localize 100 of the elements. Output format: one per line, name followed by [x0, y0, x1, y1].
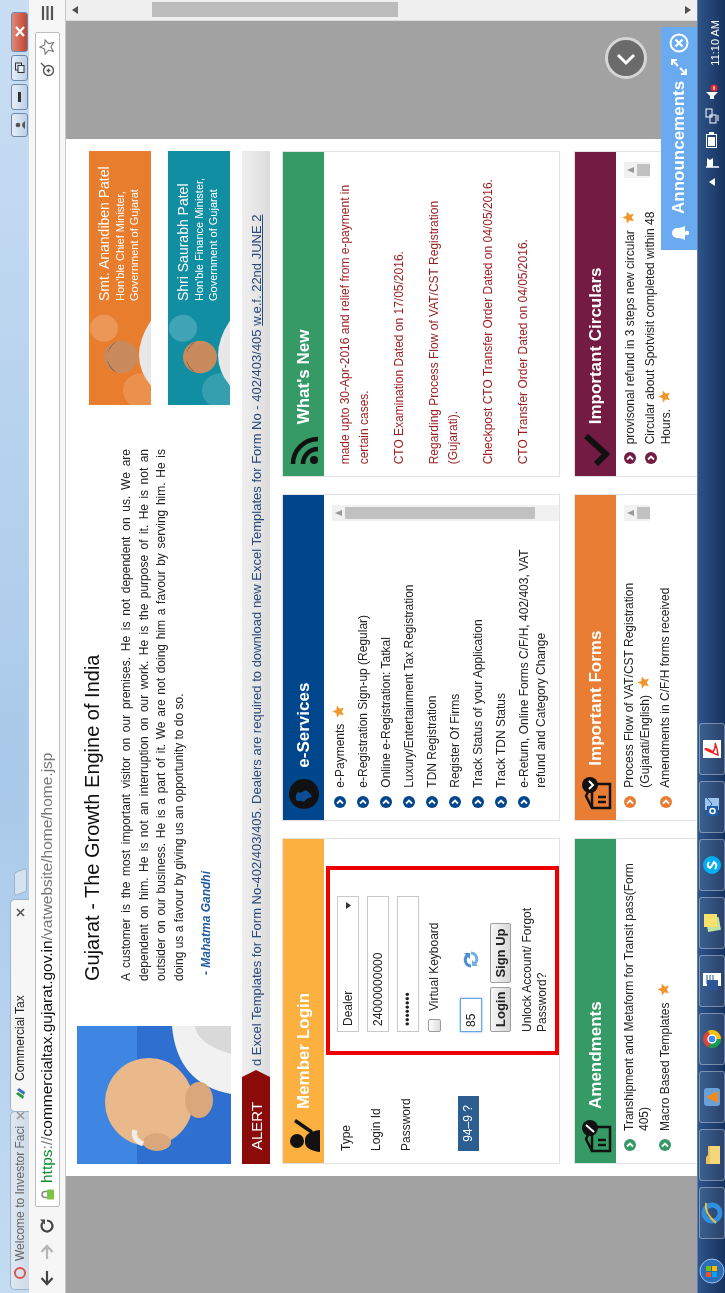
leader-name: Smt. Anandiben Patel [96, 166, 112, 301]
bullet-icon [624, 452, 636, 465]
flag-icon[interactable] [704, 155, 719, 170]
lock-icon [40, 1189, 54, 1200]
bullet-icon [518, 795, 530, 808]
swirl-icon[interactable] [698, 723, 725, 775]
browser-tab[interactable]: Commercial Tax [10, 899, 29, 1112]
bullet-icon [624, 795, 636, 808]
volume-icon[interactable] [704, 83, 719, 100]
ring-icon[interactable] [698, 1187, 725, 1239]
bullet-icon [495, 795, 507, 808]
list-link[interactable]: Track TDN Status [493, 693, 510, 788]
menu-icon[interactable] [40, 6, 54, 20]
color-wheel-icon[interactable] [698, 1013, 725, 1065]
alert-link[interactable]: w.e.f. 22nd JUNE 2 [248, 214, 264, 326]
close-icon [14, 26, 25, 38]
bullet-icon [357, 795, 369, 808]
captcha-field[interactable]: 85 [460, 998, 482, 1032]
folder-icon[interactable] [698, 1129, 725, 1181]
leader-banner[interactable]: Shri Saurabh Patel Hon'ble Finance Minister, Government of Gujarat [168, 151, 230, 405]
list-link[interactable]: Online e-Registration: Tatkal [378, 637, 395, 788]
user-button[interactable] [11, 113, 28, 137]
alert-label: ALERT [242, 1070, 270, 1164]
bullet-icon [645, 452, 657, 465]
news-link[interactable]: Regarding Process Flow of VAT/CST Registration (Gujarati). [425, 164, 463, 465]
field-label: Type [338, 1124, 354, 1151]
list-link[interactable]: Register Of Firms [447, 693, 464, 788]
panel-title: What's New [293, 329, 314, 425]
back-icon[interactable] [39, 1269, 55, 1287]
clock-time[interactable]: 11:10 AM [708, 20, 721, 66]
list-link[interactable]: provisonal refund in 3 steps new circular [622, 211, 638, 445]
list-link[interactable]: e-Payments [332, 704, 349, 788]
news-link[interactable]: Checkpost CTO Transfer Order Dated on 04/05/2016. [479, 164, 498, 465]
back-button[interactable] [605, 37, 647, 79]
tray-arrow-icon[interactable] [708, 177, 715, 186]
help-link[interactable]: Unlock Account/ Forgot Password? [520, 882, 550, 1032]
list-link[interactable]: TDN Registration [424, 695, 441, 788]
scrollbar[interactable] [66, 0, 697, 21]
browser-tab[interactable]: Welcome to Investor Faci [10, 1111, 29, 1290]
scrollbar[interactable] [332, 505, 559, 522]
cone-icon[interactable] [698, 1071, 725, 1123]
checkbox[interactable] [427, 1019, 441, 1032]
minimize-icon [17, 92, 22, 102]
signup-button[interactable]: Sign Up [490, 923, 511, 983]
network-icon[interactable] [704, 107, 719, 124]
panel-title: Amendments [585, 1001, 606, 1109]
news-link[interactable]: CTO Examination Dated on 17/05/2016. [390, 164, 409, 465]
sticky-notes-icon[interactable] [698, 897, 725, 949]
bullet-icon [403, 795, 415, 808]
quote-author: - Mahatma Gandhi [199, 871, 213, 975]
scrollbar[interactable] [624, 162, 650, 178]
refresh-icon[interactable] [463, 951, 479, 968]
mail-icon[interactable] [698, 781, 725, 833]
password-field[interactable]: •••••••• [397, 896, 419, 1032]
close-button[interactable] [11, 12, 28, 52]
list-link[interactable]: e-Return, Online Forms C/F/H, 402/403, VAT refund and Category Change [516, 527, 550, 788]
scroll-arrow-icon[interactable] [685, 6, 691, 14]
select-field[interactable]: Dealer [337, 896, 359, 1032]
scrollbar[interactable] [624, 505, 650, 522]
announcement-title: Announcements [669, 80, 689, 214]
favicon-icon [14, 1087, 26, 1101]
bubble-icon[interactable] [698, 839, 725, 891]
leader-name: Shri Saurabh Patel [175, 182, 191, 301]
restore-icon [14, 62, 25, 74]
news-link[interactable]: made upto 30-Apr-2016 and relief from e-payment in certain cases. [336, 164, 374, 465]
list-link[interactable]: Macro Based Templates [657, 983, 673, 1131]
list-link[interactable]: Process Flow of VAT/CST Registration (Gujarati/English) [622, 527, 653, 788]
star-icon[interactable] [39, 39, 55, 55]
address-field[interactable]: https://commercialtax.gujarat.gov.in/vatwebsite/home/home.jsp [34, 32, 60, 1207]
panel-title: Important Circulars [585, 267, 606, 425]
panel-title: Member Login [293, 992, 314, 1109]
scroll-arrow-icon[interactable] [72, 6, 78, 14]
input-field[interactable]: 24000000000 [367, 896, 389, 1032]
leader-role: Hon'ble Finance Minister, [193, 177, 205, 301]
alert-text: d Excel Templates for Form No-402/403/405. Dealers are required to download new Excel Templates for Form No - 402/403/405 w.e.f. 22nd JUNE 2 [248, 214, 264, 1066]
page-title: Gujarat - The Growth Engine of India [81, 653, 104, 981]
bullet-icon [472, 795, 484, 808]
panel-title: Important Forms [585, 630, 606, 766]
zoom-icon[interactable] [39, 61, 55, 77]
list-link[interactable]: Amendments in C/F/H forms received [658, 587, 673, 788]
quote-text: A customer is the most important visitor on our premises. He is not dependent on us. We are dependent on him. He is not an interruption on our work. He is the purpose of it. He is not an outsider on our business. He is a part of it. We are not doing him a favour by serving him. He is doing us a favour by giving us an opportunity to do so. [118, 449, 187, 981]
panel-title: e-Services [293, 682, 314, 768]
list-link[interactable]: e-Registration Sign-up (Regular) [355, 614, 372, 788]
box-pencil-icon [579, 1119, 612, 1153]
reload-icon[interactable] [38, 1217, 56, 1235]
login-button[interactable]: Login [490, 986, 511, 1032]
restore-button[interactable] [11, 55, 28, 81]
leader-role: Hon'ble Chief Minister, [114, 190, 126, 301]
minimize-button[interactable] [11, 84, 28, 110]
globe-icon [287, 777, 320, 810]
bullet-icon [380, 795, 392, 808]
close-icon[interactable] [15, 908, 25, 917]
box-arrow-icon [579, 775, 612, 810]
field-label: Login Id [368, 1107, 384, 1151]
battery-icon[interactable] [706, 131, 717, 148]
list-link[interactable]: Track Status of your Application [470, 619, 487, 788]
list-link[interactable]: Transhipment and Metaform for Transit pass(Form 405) [622, 858, 652, 1131]
news-link[interactable]: CTO Transfer Order Dated on 04/05/2016. [514, 164, 533, 465]
document-icon[interactable] [698, 955, 725, 1007]
list-link[interactable]: Luxury/Entertainment Tax Registration [401, 584, 418, 788]
